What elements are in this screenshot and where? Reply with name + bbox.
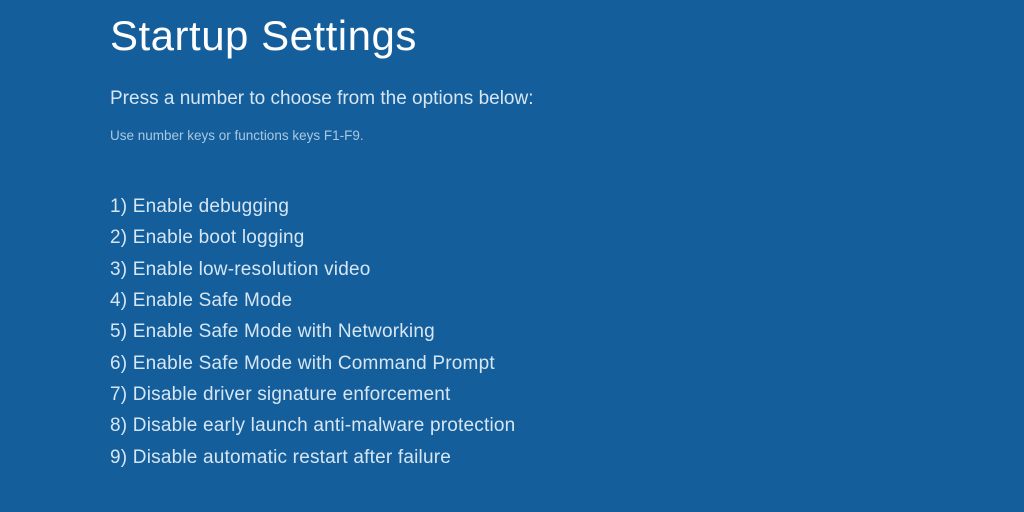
key-hint-text: Use number keys or functions keys F1-F9. <box>110 128 1024 143</box>
startup-options-list: 1) Enable debugging 2) Enable boot loggi… <box>110 191 1024 473</box>
option-enable-safe-mode-networking[interactable]: 5) Enable Safe Mode with Networking <box>110 316 1024 347</box>
option-enable-boot-logging[interactable]: 2) Enable boot logging <box>110 222 1024 253</box>
option-enable-low-resolution-video[interactable]: 3) Enable low-resolution video <box>110 254 1024 285</box>
option-enable-debugging[interactable]: 1) Enable debugging <box>110 191 1024 222</box>
option-disable-automatic-restart[interactable]: 9) Disable automatic restart after failu… <box>110 442 1024 473</box>
option-enable-safe-mode[interactable]: 4) Enable Safe Mode <box>110 285 1024 316</box>
option-enable-safe-mode-command-prompt[interactable]: 6) Enable Safe Mode with Command Prompt <box>110 348 1024 379</box>
option-disable-driver-signature-enforcement[interactable]: 7) Disable driver signature enforcement <box>110 379 1024 410</box>
page-title: Startup Settings <box>110 12 1024 60</box>
option-disable-early-launch-anti-malware[interactable]: 8) Disable early launch anti-malware pro… <box>110 410 1024 441</box>
startup-settings-screen: Startup Settings Press a number to choos… <box>0 0 1024 473</box>
instruction-text: Press a number to choose from the option… <box>110 88 1024 110</box>
